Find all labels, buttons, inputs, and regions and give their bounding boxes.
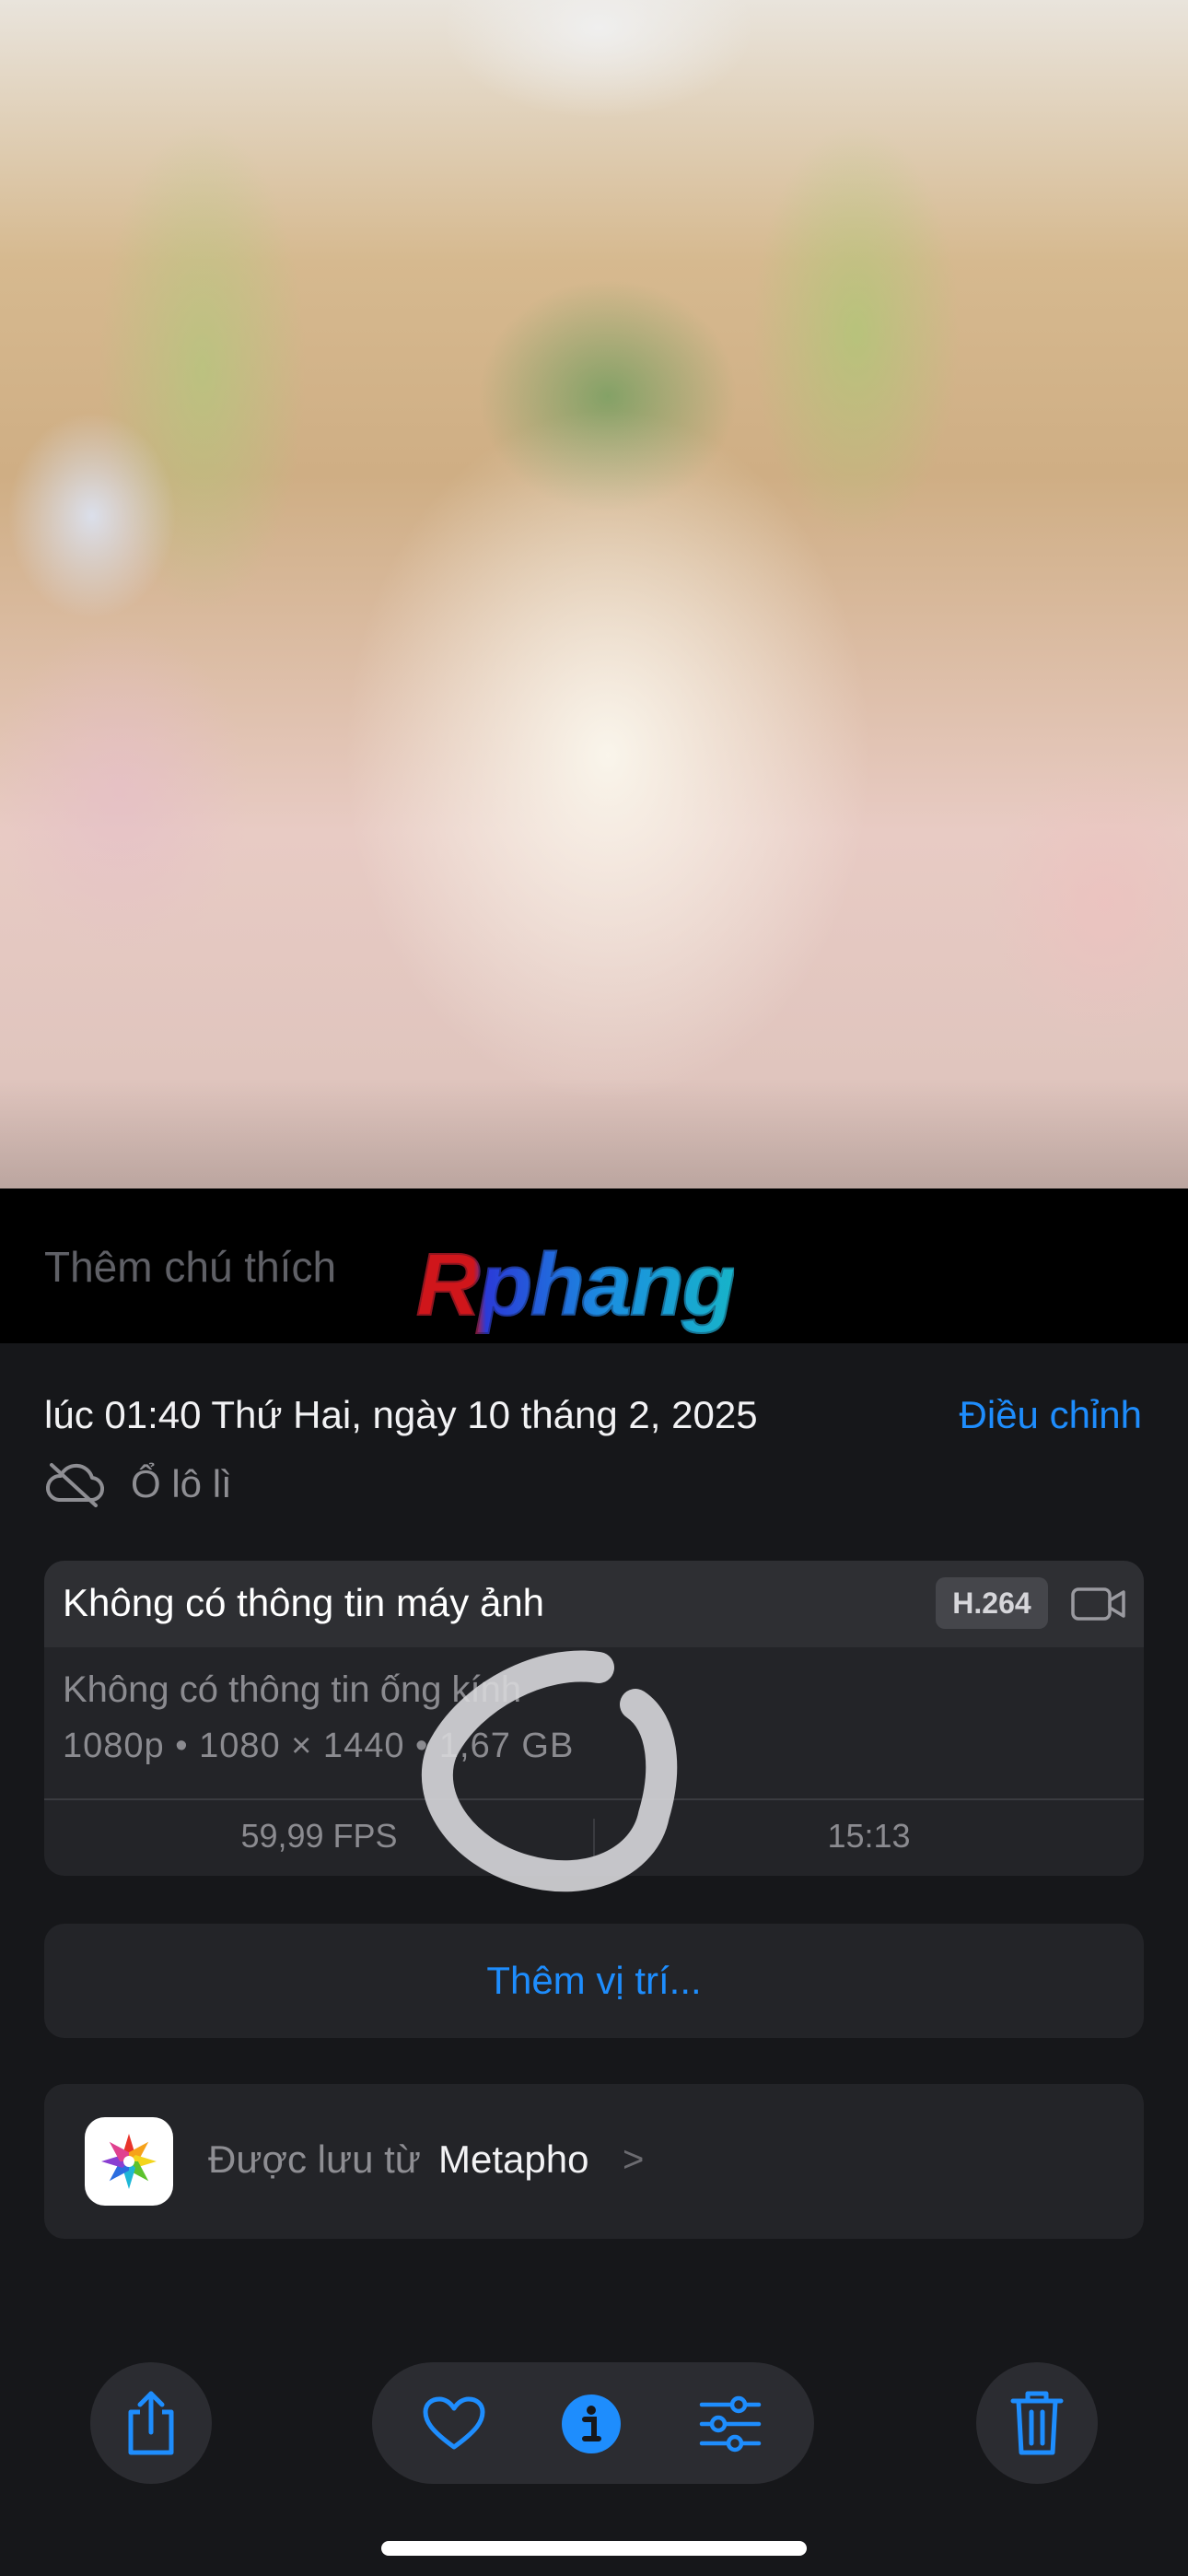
share-button[interactable] [90, 2362, 212, 2484]
source-card[interactable]: Được lưu từ Metapho > [44, 2084, 1144, 2239]
share-icon [128, 2391, 174, 2455]
toolbar-center-group [372, 2362, 814, 2484]
trash-icon [1010, 2391, 1064, 2455]
photo-preview[interactable] [0, 0, 1188, 1188]
watermark-logo: Rphang [415, 1235, 737, 1335]
caption-input[interactable]: Thêm chú thích [44, 1242, 336, 1292]
home-indicator[interactable] [381, 2541, 807, 2556]
source-prefix: Được lưu từ [208, 2137, 421, 2181]
camera-info-card: Không có thông tin máy ảnh H.264 Không c… [44, 1561, 1144, 1876]
video-specs: 1080p • 1080 × 1440 • 1,67 GB [63, 1727, 575, 1765]
video-camera-icon [1071, 1587, 1125, 1621]
datetime-label: lúc 01:40 Thứ Hai, ngày 10 tháng 2, 2025 [44, 1393, 758, 1436]
cloud-off-icon [46, 1463, 104, 1507]
fps-value: 59,99 FPS [240, 1817, 398, 1855]
chevron-right-icon: > [623, 2139, 645, 2180]
camera-info-header: Không có thông tin máy ảnh H.264 [44, 1561, 1144, 1647]
add-location-button[interactable]: Thêm vị trí... [44, 1924, 1144, 2038]
heart-icon[interactable] [422, 2395, 486, 2453]
card-divider [44, 1798, 1144, 1800]
delete-button[interactable] [976, 2362, 1098, 2484]
adjust-button[interactable]: Điều chỉnh [960, 1393, 1142, 1437]
info-icon[interactable] [560, 2393, 623, 2455]
lens-info: Không có thông tin ống kính [63, 1669, 522, 1710]
source-app-name: Metapho [438, 2137, 589, 2181]
duration-value: 15:13 [827, 1817, 911, 1855]
codec-badge: H.264 [936, 1577, 1048, 1629]
camera-title: Không có thông tin máy ảnh [63, 1581, 545, 1624]
photo-shade [0, 1078, 1188, 1188]
cloud-status-label: Ổ lô lì [131, 1462, 232, 1505]
metapho-app-icon [85, 2117, 173, 2206]
adjust-icon[interactable] [698, 2395, 763, 2453]
